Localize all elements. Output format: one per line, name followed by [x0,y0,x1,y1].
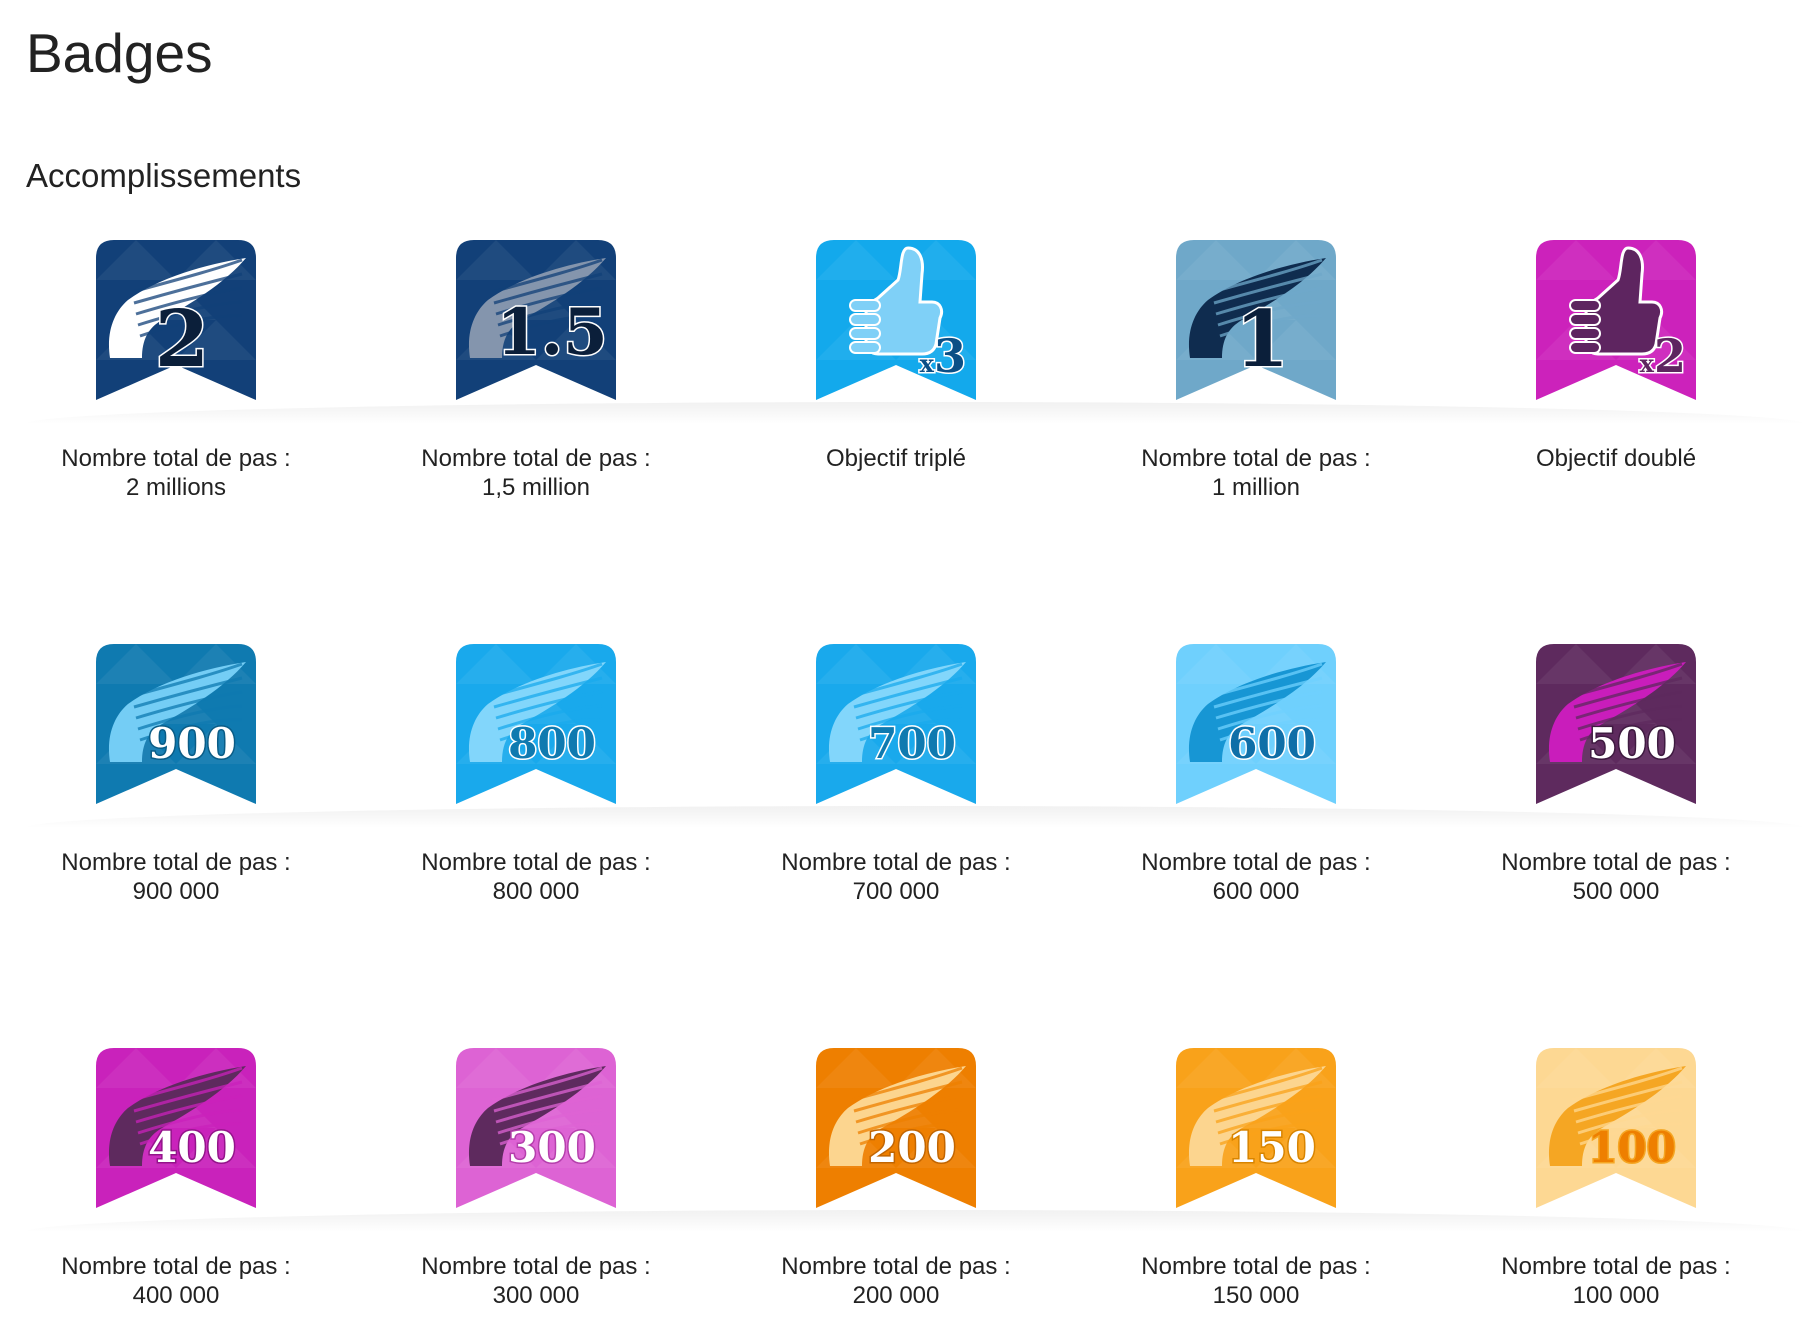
badge-label: Nombre total de pas :2 millions [26,444,326,502]
badge-label-line1: Nombre total de pas : [421,849,651,876]
badge-label: Nombre total de pas :500 000 [1466,848,1766,906]
badge-card-steps-700k[interactable]: 700 Nombre total de pas :700 000 [746,644,1046,974]
badge-number: 600 [1228,719,1316,768]
badge-card-goal-tripled[interactable]: x3 Objectif triplé [746,240,1046,570]
badge-number: 200 [868,1123,956,1172]
badge-label-line2: 100 000 [1572,1282,1660,1309]
badge-label-line1: Nombre total de pas : [781,849,1011,876]
page-title: Badges [26,22,213,84]
badge-label: Nombre total de pas :700 000 [746,848,1046,906]
badge-label: Nombre total de pas :1 million [1106,444,1406,502]
badge-number: 800 [508,719,596,768]
badge-label: Nombre total de pas :900 000 [26,848,326,906]
badge-card-steps-2m[interactable]: 2 Nombre total de pas :2 millions [26,240,326,570]
badges-page: Badges Accomplissements 2 Nombre total de… [0,0,1804,1338]
badge-label-line1: Nombre total de pas : [1141,445,1371,472]
badge-label: Nombre total de pas :200 000 [746,1252,1046,1310]
badge-number: 500 [1588,719,1676,768]
badge-label-line1: Nombre total de pas : [421,445,651,472]
badge-label-line1: Nombre total de pas : [61,1253,291,1280]
badge-label-line2: 300 000 [492,1282,580,1309]
badge-number: 100 [1588,1123,1676,1172]
badge-wing-icon: 200 [816,1048,976,1210]
badge-card-steps-200k[interactable]: 200 Nombre total de pas :200 000 [746,1048,1046,1338]
badge-wing-icon: 400 [96,1048,256,1210]
badge-label-line1: Nombre total de pas : [1501,849,1731,876]
badge-card-steps-400k[interactable]: 400 Nombre total de pas :400 000 [26,1048,326,1338]
badge-label: Nombre total de pas :300 000 [386,1252,686,1310]
badge-label-line2: 400 000 [132,1282,220,1309]
badge-card-steps-900k[interactable]: 900 Nombre total de pas :900 000 [26,644,326,974]
badge-card-steps-1m[interactable]: 1 Nombre total de pas :1 million [1106,240,1406,570]
badge-card-steps-1-5m[interactable]: 1.5 Nombre total de pas :1,5 million [386,240,686,570]
badge-number: 150 [1228,1123,1316,1172]
badge-wing-icon: 800 [456,644,616,806]
badge-label-line1: Objectif triplé [825,445,967,472]
badge-number: 300 [508,1123,596,1172]
badge-number: 1.5 [496,295,607,370]
badge-label-line1: Nombre total de pas : [781,1253,1011,1280]
badge-label-line2: 2 millions [125,474,227,501]
badge-row: 2 Nombre total de pas :2 millions 1.5 Nombr… [26,240,1804,570]
badge-card-goal-doubled[interactable]: x2 Objectif doublé [1466,240,1766,570]
badge-label-line1: Nombre total de pas : [61,849,291,876]
badge-card-steps-500k[interactable]: 500 Nombre total de pas :500 000 [1466,644,1766,974]
badge-number: 2 [155,294,209,385]
section-title: Accomplissements [26,157,302,194]
badge-label-line2: 1,5 million [481,474,591,501]
badge-wing-icon: 300 [456,1048,616,1210]
badge-card-steps-300k[interactable]: 300 Nombre total de pas :300 000 [386,1048,686,1338]
badge-label: Nombre total de pas :1,5 million [386,444,686,502]
badge-row: 400 Nombre total de pas :400 000 300 Nombre… [26,1048,1804,1338]
badge-label-line2: 600 000 [1212,878,1300,905]
badge-thumbs-up-icon: x2 [1536,240,1696,402]
badge-card-steps-150k[interactable]: 150 Nombre total de pas :150 000 [1106,1048,1406,1338]
badge-label: Nombre total de pas :400 000 [26,1252,326,1310]
badge-wing-icon: 2 [96,240,256,402]
badge-label-line1: Objectif doublé [1535,445,1697,472]
badge-label-line2: 1 million [1211,474,1301,501]
badge-label-line1: Nombre total de pas : [421,1253,651,1280]
badge-label: Nombre total de pas :600 000 [1106,848,1406,906]
badge-label-line2: 150 000 [1212,1282,1300,1309]
badge-label-line2: 200 000 [852,1282,940,1309]
badge-label: Objectif triplé [746,444,1046,473]
badge-number: 1 [1235,294,1289,385]
badge-card-steps-600k[interactable]: 600 Nombre total de pas :600 000 [1106,644,1406,974]
badge-label: Nombre total de pas :800 000 [386,848,686,906]
badge-label-line2: 500 000 [1572,878,1660,905]
badge-card-steps-800k[interactable]: 800 Nombre total de pas :800 000 [386,644,686,974]
badge-label: Objectif doublé [1466,444,1766,473]
badge-label-line2: 900 000 [132,878,220,905]
badge-number: 700 [868,719,956,768]
badge-grid: 2 Nombre total de pas :2 millions 1.5 Nombr… [26,240,1804,1338]
badge-label-line2: 800 000 [492,878,580,905]
badge-label-line2: 700 000 [852,878,940,905]
badge-label-line1: Nombre total de pas : [1141,1253,1371,1280]
badge-wing-icon: 600 [1176,644,1336,806]
badge-wing-icon: 700 [816,644,976,806]
badge-wing-icon: 100 [1536,1048,1696,1210]
badge-label: Nombre total de pas :150 000 [1106,1252,1406,1310]
badge-wing-icon: 1.5 [456,240,616,402]
badge-wing-icon: 900 [96,644,256,806]
badge-thumbs-up-icon: x3 [816,240,976,402]
badge-label-line1: Nombre total de pas : [61,445,291,472]
badge-label-line1: Nombre total de pas : [1141,849,1371,876]
badge-label: Nombre total de pas :100 000 [1466,1252,1766,1310]
badge-number: 900 [148,719,236,768]
badge-card-steps-100k[interactable]: 100 Nombre total de pas :100 000 [1466,1048,1766,1338]
badge-row: 900 Nombre total de pas :900 000 800 Nombre… [26,644,1804,974]
badge-wing-icon: 500 [1536,644,1696,806]
badge-wing-icon: 1 [1176,240,1336,402]
badge-label-line1: Nombre total de pas : [1501,1253,1731,1280]
badge-wing-icon: 150 [1176,1048,1336,1210]
badge-number: 400 [148,1123,236,1172]
